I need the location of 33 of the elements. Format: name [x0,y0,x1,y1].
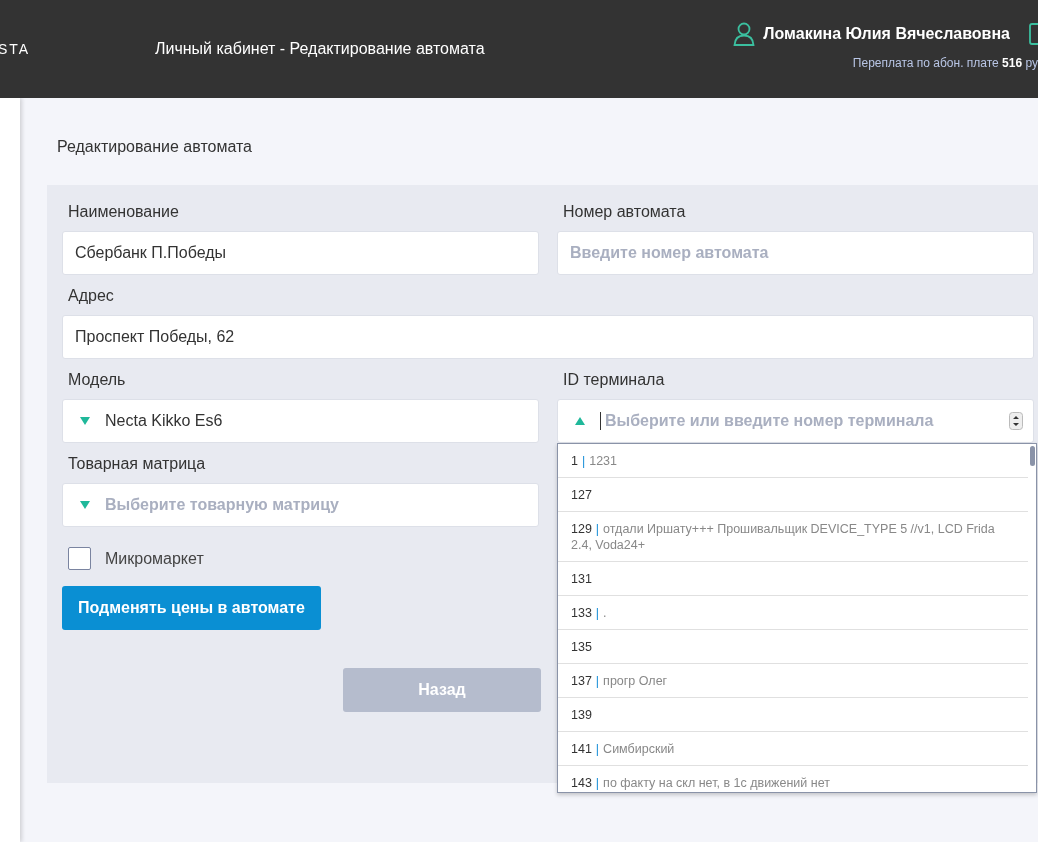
dropdown-option[interactable]: 141 | Симбирский [558,732,1028,766]
user-icon [733,22,756,46]
triangle-icon[interactable] [79,416,91,426]
dropdown-option[interactable]: 133 | . [558,596,1028,630]
dropdown-option[interactable]: 137 | прогр Олег [558,664,1028,698]
triangle-icon[interactable] [79,500,91,510]
checkbox[interactable] [68,547,91,570]
field-label: Адрес [67,287,115,305]
dropdown-option[interactable]: 1 | 1231 [558,444,1028,478]
dropdown-option[interactable]: 129 | отдали Иршату+++ Прошивальщик DEVICE_TYPE 5 //v1, LCD Frida 2.4, Voda24+ [558,512,1028,562]
field-label: Товарная матрица [67,455,207,473]
header-title: Личный кабинет - Редактирование автомата [155,40,486,58]
dropdown-option[interactable]: 143 | по факту на скл нет, в 1с движений нет [558,766,1028,792]
logout-icon[interactable] [1028,22,1038,46]
dropdown-option[interactable]: 135 [558,630,1028,664]
triangle-icon[interactable] [574,416,586,426]
field-label: Номер автомата [562,203,687,221]
scrollbar-thumb[interactable] [1030,446,1035,466]
dropdown-option[interactable]: 131 [558,562,1028,596]
spinner-arrows-icon[interactable] [1009,412,1023,430]
page-title: Редактирование автомата [56,137,253,157]
checkbox-label: Микромаркет [105,549,204,568]
balance-note: Переплата по абон. плате 516 ру [852,56,1038,70]
input-field[interactable]: Сбербанк П.Победы [62,231,539,275]
dropdown-option[interactable]: 127 [558,478,1028,512]
dropdown-option[interactable]: 139 [558,698,1028,732]
replace-prices-button[interactable]: Подменять цены в автомате [62,586,321,630]
input-field[interactable]: Проспект Победы, 62 [62,315,1034,359]
field-label: Модель [67,371,127,389]
select-field[interactable]: Necta Kikko Es6 [62,399,539,443]
field-label: ID терминала [562,371,666,389]
field-label: Наименование [67,203,180,221]
user-name[interactable]: Ломакина Юлия Вячеславовна [763,25,1010,43]
